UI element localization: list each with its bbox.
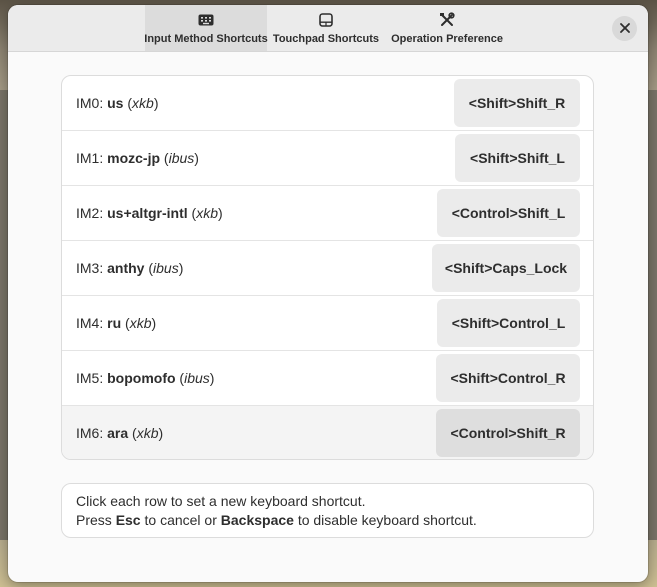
close-icon — [619, 20, 630, 38]
input-method-label: IM0: us (xkb) — [76, 95, 159, 111]
input-method-label: IM2: us+altgr-intl (xkb) — [76, 205, 223, 221]
shortcuts-dialog: Input Method Shortcuts Touchpad Shortcut… — [8, 5, 648, 582]
input-method-list: IM0: us (xkb) <Shift>Shift_R IM1: mozc-j… — [61, 75, 594, 460]
shortcut-button[interactable]: <Control>Shift_R — [436, 409, 580, 457]
close-button[interactable] — [612, 16, 637, 41]
help-text-line-1: Click each row to set a new keyboard sho… — [76, 493, 366, 509]
input-method-label: IM4: ru (xkb) — [76, 315, 157, 331]
list-item[interactable]: IM5: bopomofo (ibus) <Shift>Control_R — [62, 351, 593, 406]
esc-key-label: Esc — [115, 512, 141, 528]
shortcut-button[interactable]: <Shift>Shift_R — [454, 79, 580, 127]
tab-input-method-shortcuts[interactable]: Input Method Shortcuts — [144, 5, 268, 51]
shortcut-button[interactable]: <Shift>Control_L — [437, 299, 580, 347]
list-item[interactable]: IM3: anthy (ibus) <Shift>Caps_Lock — [62, 241, 593, 296]
shortcut-button[interactable]: <Shift>Shift_L — [455, 134, 580, 182]
list-item[interactable]: IM2: us+altgr-intl (xkb) <Control>Shift_… — [62, 186, 593, 241]
keyboard-icon — [197, 12, 215, 28]
tab-operation-preference[interactable]: Operation Preference — [391, 5, 503, 51]
list-item[interactable]: IM6: ara (xkb) <Control>Shift_R — [62, 406, 593, 459]
list-item[interactable]: IM1: mozc-jp (ibus) <Shift>Shift_L — [62, 131, 593, 186]
list-item[interactable]: IM4: ru (xkb) <Shift>Control_L — [62, 296, 593, 351]
input-method-label: IM5: bopomofo (ibus) — [76, 370, 215, 386]
shortcut-button[interactable]: <Shift>Control_R — [436, 354, 580, 402]
header-bar: Input Method Shortcuts Touchpad Shortcut… — [8, 5, 648, 52]
shortcut-button[interactable]: <Shift>Caps_Lock — [432, 244, 580, 292]
tab-label: Operation Preference — [391, 33, 503, 45]
tab-touchpad-shortcuts[interactable]: Touchpad Shortcuts — [272, 5, 380, 51]
input-method-label: IM1: mozc-jp (ibus) — [76, 150, 199, 166]
tools-icon — [438, 12, 456, 28]
tab-label: Touchpad Shortcuts — [272, 33, 380, 45]
help-text-line-2: Press Esc to cancel or Backspace to disa… — [76, 512, 477, 528]
shortcut-button[interactable]: <Control>Shift_L — [437, 189, 580, 237]
backspace-key-label: Backspace — [220, 512, 294, 528]
touchpad-icon — [317, 12, 335, 28]
input-method-label: IM6: ara (xkb) — [76, 425, 164, 441]
input-method-label: IM3: anthy (ibus) — [76, 260, 184, 276]
tab-label: Input Method Shortcuts — [144, 33, 268, 45]
help-text-box: Click each row to set a new keyboard sho… — [61, 483, 594, 538]
list-item[interactable]: IM0: us (xkb) <Shift>Shift_R — [62, 76, 593, 131]
